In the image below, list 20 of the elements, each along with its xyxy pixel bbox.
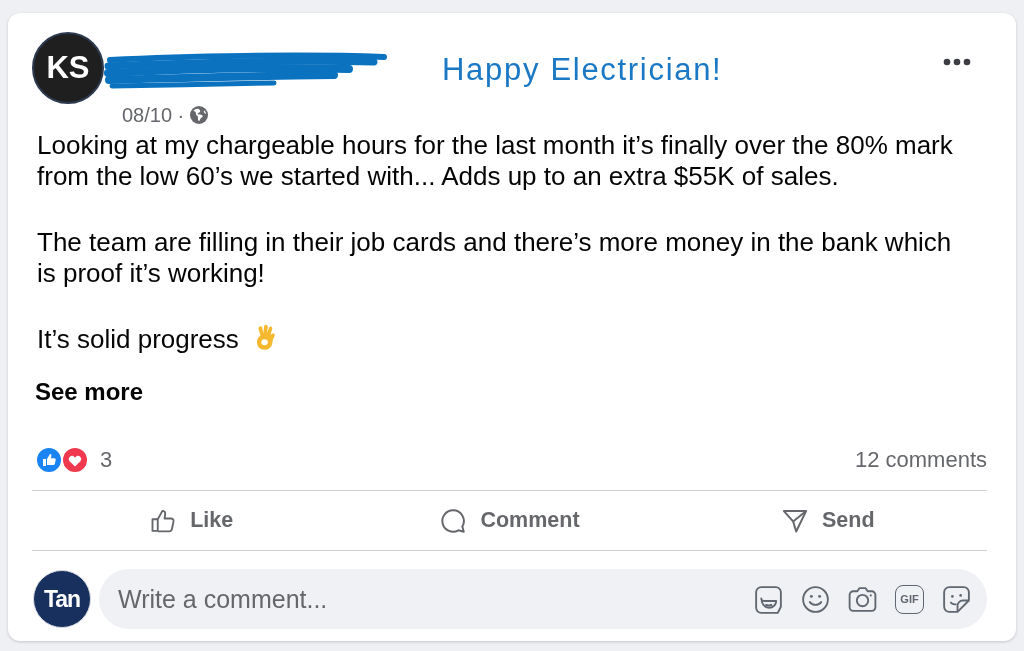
post-paragraph: It’s solid progress — [37, 324, 239, 355]
comment-bubble-icon — [439, 506, 468, 535]
headline-text: Happy Electrician! — [442, 52, 723, 88]
comment-input-field[interactable]: Write a comment... GIF — [99, 569, 987, 629]
more-options-icon[interactable] — [943, 58, 971, 66]
see-more-link[interactable]: See more — [35, 376, 144, 407]
heart-reaction-icon — [61, 446, 89, 474]
profile-avatar[interactable]: KS — [32, 32, 104, 104]
post-date[interactable]: 08/10 · — [122, 103, 185, 127]
like-action-button[interactable]: Like — [32, 491, 351, 550]
comments-count-link[interactable]: 12 comments — [854, 447, 987, 473]
reaction-count[interactable]: 3 — [100, 447, 113, 473]
like-reaction-icon — [35, 446, 63, 474]
post-paragraph: Looking at my chargeable hours for the last month it’s finally over the 80% mark from the low 60’s we started with... Adds up to an extra $55K of sales. — [37, 130, 953, 192]
globe-icon — [190, 106, 209, 124]
post-paragraph: The team are filling in their job cards and there’s more money in the bank which is proof it’s working! — [37, 227, 952, 289]
gif-button[interactable]: GIF — [895, 584, 924, 614]
commenter-logo-avatar: Tan — [33, 570, 91, 628]
comment-action-button[interactable]: Comment — [350, 491, 669, 550]
send-action-button[interactable]: Send — [668, 491, 987, 550]
